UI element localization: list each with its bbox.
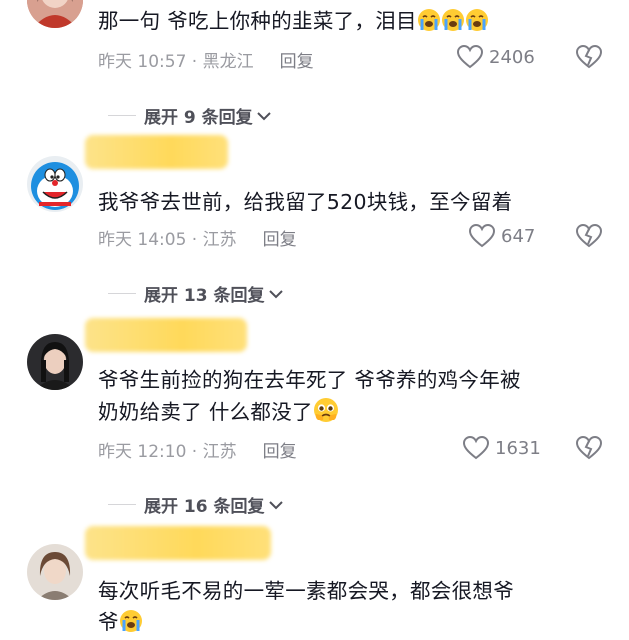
comment-4-line-1: 每次听毛不易的一荤一素都会哭，都会很想爷 <box>98 579 514 603</box>
comment-4-line-2: 爷 <box>98 607 514 638</box>
comment-2-like-count: 647 <box>501 225 536 247</box>
broken-heart-icon <box>575 435 603 460</box>
comment-3-like-button[interactable]: 1631 <box>463 436 541 460</box>
comment-1-like-button[interactable]: 2406 <box>457 45 535 69</box>
comment-2-time-location: 昨天 14:05 · 江苏 <box>98 230 237 250</box>
comment-2-like-button[interactable]: 647 <box>469 224 535 248</box>
heart-icon <box>457 45 483 69</box>
chevron-down-icon <box>268 289 283 298</box>
divider-line <box>108 115 136 116</box>
redacted-username-2 <box>85 135 228 169</box>
comment-1-reply-button[interactable]: 回复 <box>280 52 314 72</box>
comment-3-time-location: 昨天 12:10 · 江苏 <box>98 442 237 462</box>
expand-replies-2-label: 展开 13 条回复 <box>144 286 265 306</box>
crying-emoji-icon <box>119 610 142 632</box>
crying-emoji-icon <box>417 9 440 31</box>
divider-line <box>108 504 136 505</box>
pleading-emoji-icon <box>313 398 338 422</box>
comment-3-text: 爷爷生前捡的狗在去年死了 爷爷养的鸡今年被 奶奶给卖了 什么都没了 <box>98 364 521 428</box>
expand-replies-2[interactable]: 展开 13 条回复 <box>108 281 283 306</box>
comment-2-dislike-button[interactable] <box>575 223 603 252</box>
comment-1-text: 那一句 爷吃上你种的韭菜了，泪目 <box>98 4 489 38</box>
expand-replies-1[interactable]: 展开 9 条回复 <box>108 103 271 128</box>
avatar-comment-4[interactable] <box>27 544 83 600</box>
expand-replies-3[interactable]: 展开 16 条回复 <box>108 492 283 517</box>
crying-emoji-group <box>417 9 489 33</box>
heart-icon <box>463 436 489 460</box>
comment-1-meta: 昨天 10:57 · 黑龙江 回复 <box>98 47 314 72</box>
comment-1-time-location: 昨天 10:57 · 黑龙江 <box>98 52 254 72</box>
comment-3-meta: 昨天 12:10 · 江苏 回复 <box>98 437 297 462</box>
comment-3-dislike-button[interactable] <box>575 435 603 464</box>
avatar-comment-3[interactable] <box>27 334 83 390</box>
comment-2-meta: 昨天 14:05 · 江苏 回复 <box>98 225 297 250</box>
redacted-username-4 <box>85 526 271 560</box>
crying-emoji-icon <box>441 9 464 31</box>
comment-3-reply-button[interactable]: 回复 <box>263 442 297 462</box>
comment-2-reply-button[interactable]: 回复 <box>263 230 297 250</box>
comment-3-line-2: 奶奶给卖了 什么都没了 <box>98 396 521 428</box>
divider-line <box>108 293 136 294</box>
comment-2-text: 我爷爷去世前，给我留了520块钱，至今留着 <box>98 190 513 214</box>
redacted-username-3 <box>85 318 247 352</box>
avatar-comment-1[interactable] <box>27 0 83 28</box>
heart-icon <box>469 224 495 248</box>
chevron-down-icon <box>268 500 283 509</box>
broken-heart-icon <box>575 44 603 69</box>
comment-3-like-count: 1631 <box>495 437 541 459</box>
expand-replies-3-label: 展开 16 条回复 <box>144 497 265 517</box>
expand-replies-1-label: 展开 9 条回复 <box>144 108 253 128</box>
crying-emoji-icon <box>465 9 488 31</box>
broken-heart-icon <box>575 223 603 248</box>
comment-1-dislike-button[interactable] <box>575 44 603 73</box>
comment-1-like-count: 2406 <box>489 46 535 68</box>
avatar-comment-2[interactable] <box>27 156 83 212</box>
comment-4-text: 每次听毛不易的一荤一素都会哭，都会很想爷 爷 <box>98 576 514 638</box>
chevron-down-icon <box>256 111 271 120</box>
comment-3-line-1: 爷爷生前捡的狗在去年死了 爷爷养的鸡今年被 <box>98 368 521 392</box>
